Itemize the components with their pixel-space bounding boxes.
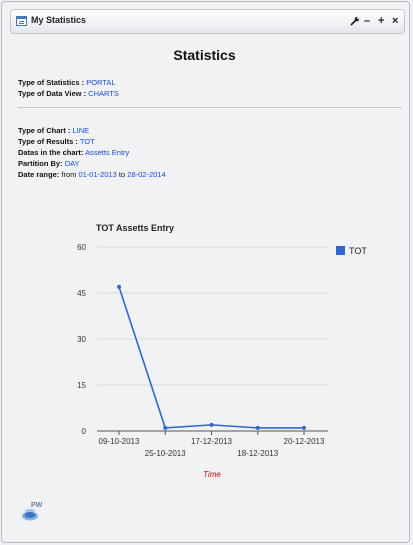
pw-logo-text: PW: [31, 502, 43, 509]
x-tick-label: 25-10-2013: [145, 449, 186, 458]
line-chart: TOT Assetts Entry 0 15 30 45 60 09-10-2013 25-1…: [77, 223, 367, 479]
data-point: [209, 422, 214, 427]
data-point: [255, 425, 260, 430]
x-tick-label: 17-12-2013: [191, 437, 232, 446]
x-tick-label: 09-10-2013: [99, 437, 140, 446]
x-tick-label: 18-12-2013: [237, 449, 278, 458]
legend-swatch: [336, 246, 345, 255]
x-axis-label: Time: [203, 470, 221, 479]
pw-logo: PW: [22, 502, 43, 521]
chart-title: TOT Assetts Entry: [96, 223, 174, 233]
y-tick-label: 0: [82, 427, 87, 436]
legend-label: TOT: [349, 246, 367, 256]
data-point: [163, 425, 168, 430]
series-line: [118, 286, 304, 429]
data-point: [302, 425, 306, 430]
y-tick-label: 30: [77, 335, 86, 344]
y-tick-label: 15: [77, 381, 86, 390]
y-tick-label: 45: [77, 289, 86, 298]
y-tick-label: 60: [77, 243, 86, 252]
x-tick-label: 20-12-2013: [284, 437, 325, 446]
data-point: [117, 284, 121, 289]
